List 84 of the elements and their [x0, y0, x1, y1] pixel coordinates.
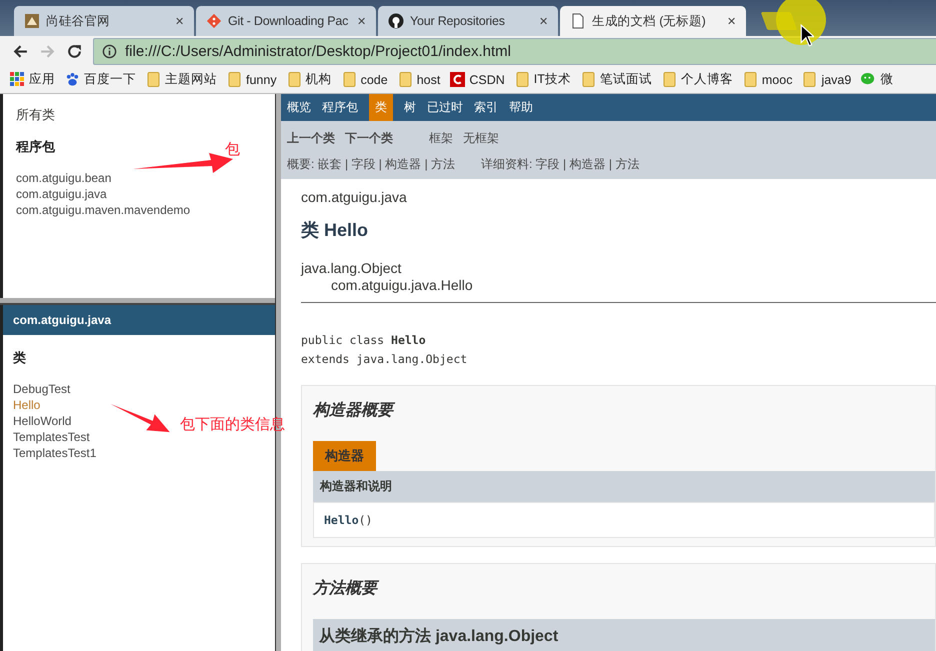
folder-icon: [286, 72, 302, 87]
column-header: 构造器和说明: [313, 471, 935, 502]
annotation-arrow: [110, 402, 172, 435]
frame-splitter[interactable]: [0, 298, 275, 305]
class-link[interactable]: HelloWorld: [13, 413, 72, 429]
class-link[interactable]: TemplatesTest1: [13, 445, 96, 461]
no-frames-link[interactable]: 无框架: [463, 130, 499, 146]
bookmark[interactable]: java9: [802, 72, 852, 87]
nav-link[interactable]: 程序包: [322, 94, 358, 121]
bookmark[interactable]: 微: [861, 71, 894, 88]
nav-link[interactable]: 概览: [287, 94, 311, 121]
csdn-icon: [450, 72, 466, 87]
bookmark[interactable]: 机构: [286, 71, 332, 88]
address-bar[interactable]: file:///C:/Users/Administrator/Desktop/Project01/index.html: [93, 38, 936, 64]
inheritance-entry: java.lang.Object: [301, 260, 402, 277]
declaration-line: extends java.lang.Object: [301, 351, 468, 368]
constructor-params: (): [358, 513, 372, 527]
frames-link[interactable]: 框架: [429, 130, 453, 146]
nav-link[interactable]: 帮助: [509, 94, 533, 121]
back-icon[interactable]: [12, 42, 29, 60]
close-icon[interactable]: ✕: [175, 14, 184, 28]
class-title: 类 Hello: [301, 219, 370, 242]
class-link[interactable]: DebugTest: [13, 381, 70, 397]
constructors-tab[interactable]: 构造器: [313, 441, 376, 471]
folder-icon: [227, 72, 242, 87]
github-icon: [388, 13, 404, 29]
folder-icon: [802, 72, 818, 87]
packages-heading: 程序包: [16, 138, 55, 156]
bookmark[interactable]: mooc: [742, 72, 792, 87]
cursor-icon: [800, 24, 814, 47]
constructor-link[interactable]: Hello: [324, 513, 359, 527]
folder-icon: [580, 72, 596, 87]
declaration-line: public class Hello: [301, 332, 427, 349]
package-name: com.atguigu.java: [301, 189, 408, 205]
folder-icon: [514, 72, 530, 87]
paw-icon: [65, 72, 80, 87]
info-icon: [102, 44, 117, 58]
package-link[interactable]: com.atguigu.maven.mavendemo: [16, 202, 190, 218]
bookmark[interactable]: 个人博客: [662, 71, 733, 88]
classes-heading: 类: [13, 349, 26, 367]
close-icon[interactable]: ✕: [727, 14, 736, 28]
summary-links[interactable]: 概要: 嵌套 | 字段 | 构造器 | 方法: [287, 156, 456, 172]
chat-icon: [861, 72, 876, 87]
browser-tab[interactable]: 生成的文档 (无标题) ✕: [560, 6, 746, 36]
folder-icon: [662, 72, 677, 87]
inheritance-entry: com.atguigu.java.Hello: [330, 277, 474, 294]
folder-icon: [742, 72, 758, 87]
package-link[interactable]: com.atguigu.bean: [16, 170, 112, 186]
bookmark[interactable]: funny: [227, 72, 277, 87]
section-heading: 构造器概要: [313, 386, 935, 441]
bookmark[interactable]: 笔试面试: [580, 71, 652, 88]
package-link[interactable]: com.atguigu.java: [16, 186, 107, 202]
inherited-methods-header: 从类继承的方法 java.lang.Object: [313, 619, 935, 651]
apps-icon: [10, 72, 25, 87]
bookmark[interactable]: host: [398, 72, 440, 87]
bookmark[interactable]: IT技术: [514, 71, 571, 88]
bookmark[interactable]: 主题网站: [146, 71, 217, 88]
package-title: com.atguigu.java: [3, 305, 275, 335]
folder-icon: [146, 72, 161, 87]
detail-links[interactable]: 详细资料: 字段 | 构造器 | 方法: [481, 156, 640, 172]
bookmark[interactable]: CSDN: [450, 72, 505, 87]
site-icon: [24, 13, 40, 29]
folder-icon: [398, 72, 413, 87]
annotation-text: 包: [225, 140, 240, 159]
folder-icon: [342, 72, 357, 87]
page-icon: [570, 13, 586, 29]
nav-link[interactable]: 已过时: [427, 94, 463, 121]
browser-tab[interactable]: 尚硅谷官网 ✕: [14, 6, 194, 36]
all-classes-link[interactable]: 所有类: [16, 106, 262, 124]
section-heading: 方法概要: [313, 564, 935, 619]
bookmark[interactable]: code: [342, 72, 388, 87]
nav-link[interactable]: 索引: [474, 94, 498, 121]
class-link[interactable]: Hello: [13, 397, 40, 413]
prev-class-link[interactable]: 上一个类: [287, 130, 335, 146]
class-link[interactable]: TemplatesTest: [13, 429, 90, 445]
bookmark[interactable]: 应用: [10, 71, 55, 88]
browser-tab[interactable]: Git - Downloading Pac ✕: [196, 6, 376, 36]
close-icon[interactable]: ✕: [539, 14, 548, 28]
close-icon[interactable]: ✕: [357, 14, 366, 28]
nav-link[interactable]: 树: [404, 94, 416, 121]
reload-icon[interactable]: [66, 42, 83, 60]
next-class-link[interactable]: 下一个类: [345, 130, 393, 146]
bookmark[interactable]: 百度一下: [65, 71, 136, 88]
browser-tab[interactable]: Your Repositories ✕: [378, 6, 558, 36]
